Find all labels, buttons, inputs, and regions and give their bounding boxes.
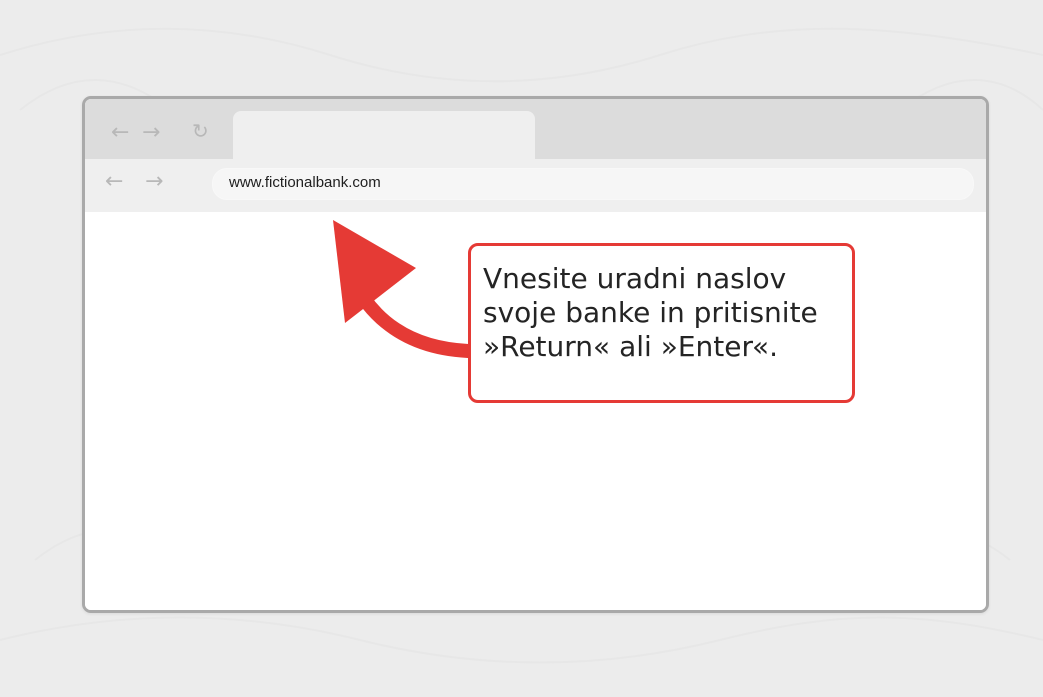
forward-arrow-icon[interactable]: → bbox=[145, 171, 163, 193]
address-text: www.fictionalbank.com bbox=[229, 174, 381, 191]
forward-arrow-icon[interactable]: → bbox=[142, 122, 160, 144]
callout-line: Vnesite uradni naslov bbox=[483, 262, 787, 295]
browser-toolbar: ← → www.fictionalbank.com bbox=[85, 159, 986, 213]
address-bar[interactable]: www.fictionalbank.com bbox=[212, 168, 974, 200]
instruction-callout: Vnesite uradni naslov svoje banke in pri… bbox=[468, 243, 855, 403]
callout-line: svoje banke in pritisnite bbox=[483, 296, 818, 329]
callout-text: Vnesite uradni naslov svoje banke in pri… bbox=[483, 262, 818, 364]
active-tab[interactable] bbox=[233, 111, 535, 159]
tab-strip: ← → ↻ bbox=[85, 99, 986, 159]
callout-line: »Return« ali »Enter«. bbox=[483, 330, 779, 363]
reload-icon[interactable]: ↻ bbox=[192, 121, 209, 141]
back-arrow-icon[interactable]: ← bbox=[111, 122, 129, 144]
back-arrow-icon[interactable]: ← bbox=[105, 171, 123, 193]
